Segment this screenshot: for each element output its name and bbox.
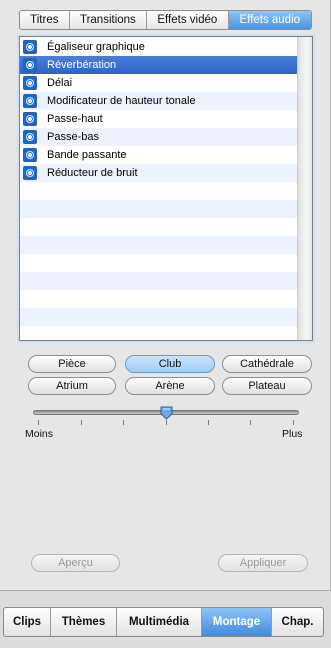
- preset-arene-button[interactable]: Arène: [125, 377, 215, 395]
- preset-cathedrale-button[interactable]: Cathédrale: [222, 355, 312, 373]
- empty-row: [20, 200, 297, 218]
- empty-row: [20, 218, 297, 236]
- tab-effets-video[interactable]: Effets vidéo: [147, 11, 229, 29]
- tab-multimedia[interactable]: Multimédia: [117, 608, 202, 636]
- empty-row: [20, 182, 297, 200]
- audio-effects-list[interactable]: Égaliseur graphique Réverbération Délai …: [19, 36, 313, 341]
- tab-titres[interactable]: Titres: [20, 11, 70, 29]
- audio-effect-icon: [23, 94, 37, 108]
- audio-effect-icon: [23, 166, 37, 180]
- slider-min-label: Moins: [25, 428, 54, 440]
- preset-piece-button[interactable]: Pièce: [28, 355, 116, 373]
- tab-montage[interactable]: Montage: [202, 608, 272, 636]
- tab-themes[interactable]: Thèmes: [51, 608, 117, 636]
- list-item-label: Réverbération: [47, 59, 117, 71]
- vertical-scrollbar[interactable]: [297, 37, 312, 340]
- preset-plateau-button[interactable]: Plateau: [222, 377, 312, 395]
- list-item-label: Passe-haut: [47, 113, 103, 125]
- top-tab-bar: Titres Transitions Effets vidéo Effets a…: [19, 10, 312, 30]
- empty-row: [20, 236, 297, 254]
- list-item[interactable]: Délai: [20, 74, 297, 92]
- list-item-label: Passe-bas: [47, 131, 99, 143]
- slider-thumb[interactable]: [160, 406, 173, 420]
- tab-effets-audio[interactable]: Effets audio: [228, 11, 311, 29]
- empty-row: [20, 326, 297, 340]
- audio-effect-icon: [23, 112, 37, 126]
- tab-transitions[interactable]: Transitions: [70, 11, 148, 29]
- preview-button[interactable]: Aperçu: [31, 554, 120, 572]
- list-item[interactable]: Réducteur de bruit: [20, 164, 297, 182]
- tab-clips[interactable]: Clips: [4, 608, 51, 636]
- list-item-label: Égaliseur graphique: [47, 41, 145, 53]
- empty-row: [20, 254, 297, 272]
- list-item-label: Modificateur de hauteur tonale: [47, 95, 196, 107]
- audio-effect-icon: [23, 40, 37, 54]
- slider-tick: [38, 420, 39, 425]
- slider-tick: [166, 420, 167, 425]
- apply-button[interactable]: Appliquer: [218, 554, 308, 572]
- list-item-label: Réducteur de bruit: [47, 167, 138, 179]
- empty-row: [20, 272, 297, 290]
- list-item[interactable]: Bande passante: [20, 146, 297, 164]
- empty-row: [20, 290, 297, 308]
- list-item[interactable]: Égaliseur graphique: [20, 38, 297, 56]
- preset-club-button[interactable]: Club: [125, 355, 215, 373]
- audio-effect-icon: [23, 76, 37, 90]
- slider-max-label: Plus: [282, 428, 303, 440]
- list-item[interactable]: Réverbération: [20, 56, 297, 74]
- list-item[interactable]: Modificateur de hauteur tonale: [20, 92, 297, 110]
- audio-effect-icon: [23, 58, 37, 72]
- list-item-label: Délai: [47, 77, 73, 89]
- bottom-bar: Clips Thèmes Multimédia Montage Chap.: [0, 590, 331, 648]
- tab-chap[interactable]: Chap.: [272, 608, 323, 636]
- list-item-label: Bande passante: [47, 149, 127, 161]
- preset-atrium-button[interactable]: Atrium: [28, 377, 116, 395]
- slider-tick: [293, 420, 294, 425]
- empty-row: [20, 308, 297, 326]
- slider-tick: [123, 420, 124, 425]
- bottom-tab-bar: Clips Thèmes Multimédia Montage Chap.: [3, 607, 324, 637]
- audio-effect-icon: [23, 130, 37, 144]
- slider-tick: [208, 420, 209, 425]
- slider-tick: [81, 420, 82, 425]
- list-item[interactable]: Passe-bas: [20, 128, 297, 146]
- audio-effect-icon: [23, 148, 37, 162]
- list-item[interactable]: Passe-haut: [20, 110, 297, 128]
- effects-panel: Titres Transitions Effets vidéo Effets a…: [0, 0, 331, 590]
- slider-tick: [250, 420, 251, 425]
